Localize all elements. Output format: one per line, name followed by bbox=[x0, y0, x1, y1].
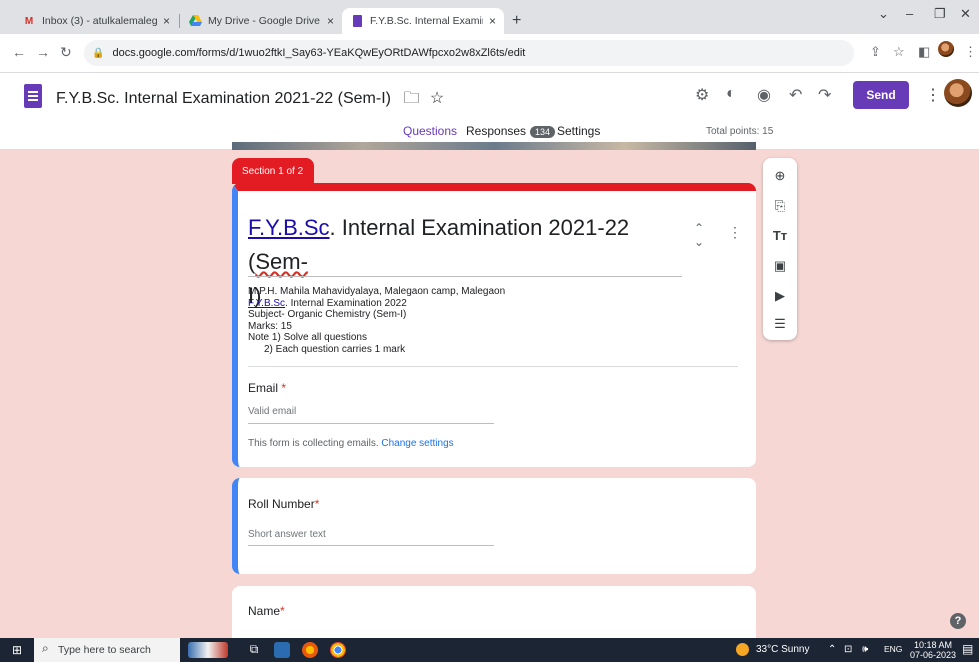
import-questions-icon[interactable]: ⎘ bbox=[763, 198, 797, 214]
change-settings-link[interactable]: Change settings bbox=[381, 438, 453, 449]
add-video-icon[interactable]: ▶ bbox=[763, 288, 797, 304]
question-title: Name* bbox=[248, 604, 285, 618]
weather-text[interactable]: 33°C Sunny bbox=[756, 644, 809, 655]
browser-toolbar: ← → ↻ 🔒 docs.google.com/forms/d/1wuo2ftk… bbox=[0, 34, 979, 73]
tab-forms-active[interactable]: F.Y.B.Sc. Internal Examination 20 × bbox=[342, 8, 504, 34]
form-description[interactable]: M.P.H. Mahila Mahavidyalaya, Malegaon ca… bbox=[248, 286, 505, 355]
firefox-icon[interactable] bbox=[302, 642, 318, 658]
tab-settings[interactable]: Settings bbox=[557, 124, 600, 138]
browser-tab-strip: M Inbox (3) - atulkalemalegaon@g × My Dr… bbox=[0, 0, 979, 34]
close-tab-icon[interactable]: × bbox=[163, 14, 170, 28]
tab-drive[interactable]: My Drive - Google Drive × bbox=[180, 8, 342, 34]
form-header-image bbox=[232, 142, 756, 150]
volume-icon[interactable]: 🕪 bbox=[862, 644, 868, 655]
responses-count-badge: 134 bbox=[530, 126, 556, 138]
language-indicator[interactable]: ENG bbox=[884, 644, 902, 654]
section-label: Section 1 of 2 bbox=[232, 158, 314, 184]
chrome-icon[interactable] bbox=[330, 642, 346, 658]
question-card-roll-number[interactable]: Roll Number* Short answer text bbox=[232, 478, 756, 574]
add-section-icon[interactable]: ☰ bbox=[763, 316, 797, 332]
file-explorer-icon[interactable] bbox=[274, 642, 290, 658]
question-card-name[interactable]: Name* bbox=[232, 586, 756, 646]
drive-icon bbox=[188, 14, 202, 28]
windows-taskbar: ⊞ ⌕ Type here to search ⧉ 33°C Sunny ⌃ ⊡… bbox=[0, 638, 979, 662]
close-tab-icon[interactable]: × bbox=[327, 14, 334, 28]
floating-question-toolbar: ⊕ ⎘ Tт ▣ ▶ ☰ bbox=[763, 158, 797, 340]
forward-arrow-icon[interactable]: → bbox=[36, 44, 50, 60]
add-title-icon[interactable]: Tт bbox=[763, 228, 797, 243]
gmail-icon: M bbox=[24, 15, 34, 27]
description-underline bbox=[248, 366, 738, 367]
notifications-icon[interactable]: ▤ bbox=[962, 642, 973, 656]
tab-gmail[interactable]: M Inbox (3) - atulkalemalegaon@g × bbox=[14, 8, 178, 34]
back-arrow-icon[interactable]: ← bbox=[12, 44, 26, 60]
weather-sun-icon[interactable] bbox=[736, 643, 749, 656]
preview-eye-icon[interactable]: ◉ bbox=[757, 85, 771, 105]
more-vert-icon[interactable]: ⋮ bbox=[728, 224, 742, 241]
forms-logo-icon[interactable] bbox=[24, 84, 42, 108]
customize-theme-icon[interactable]: ⚙ bbox=[695, 85, 709, 105]
redo-icon[interactable]: ↷ bbox=[818, 85, 831, 105]
email-placeholder: Valid email bbox=[248, 406, 297, 417]
close-tab-icon[interactable]: × bbox=[489, 14, 496, 28]
question-title: Roll Number* bbox=[248, 497, 320, 511]
tray-chevron-icon[interactable]: ⌃ bbox=[828, 644, 836, 655]
reload-icon[interactable]: ↻ bbox=[60, 44, 72, 61]
address-bar[interactable]: 🔒 docs.google.com/forms/d/1wuo2ftkI_Say6… bbox=[84, 40, 854, 66]
taskbar-search[interactable]: ⌕ Type here to search bbox=[34, 638, 180, 662]
undo-icon[interactable]: ↶ bbox=[789, 85, 802, 105]
send-button[interactable]: Send bbox=[853, 81, 909, 109]
chevron-down-icon[interactable]: ⌄ bbox=[878, 6, 889, 22]
avatar[interactable] bbox=[944, 79, 972, 107]
more-vert-icon[interactable]: ⋮ bbox=[925, 85, 941, 105]
palette-icon[interactable]: ◐ bbox=[726, 85, 736, 103]
share-icon[interactable]: ⇪ bbox=[870, 44, 881, 60]
email-field-line bbox=[248, 423, 494, 424]
title-underline bbox=[248, 276, 682, 277]
new-tab-plus-icon[interactable]: + bbox=[512, 12, 521, 30]
email-label: Email * bbox=[248, 381, 287, 395]
bookmark-star-icon[interactable]: ☆ bbox=[893, 44, 905, 60]
windows-start-icon[interactable]: ⊞ bbox=[12, 643, 22, 657]
short-answer-line bbox=[248, 545, 494, 546]
close-window-icon[interactable]: ✕ bbox=[960, 6, 971, 22]
forms-icon bbox=[350, 14, 364, 28]
tab-questions[interactable]: Questions bbox=[403, 124, 457, 138]
side-panel-icon[interactable]: ◧ bbox=[918, 44, 930, 60]
taskbar-clock[interactable]: 10:18 AM 07-06-2023 bbox=[910, 640, 956, 660]
star-icon[interactable]: ☆ bbox=[430, 90, 444, 107]
add-image-icon[interactable]: ▣ bbox=[763, 258, 797, 274]
lock-icon: 🔒 bbox=[92, 47, 105, 59]
tab-responses[interactable]: Responses 134 bbox=[466, 124, 556, 138]
url-text: docs.google.com/forms/d/1wuo2ftkI_Say63-… bbox=[112, 47, 526, 59]
profile-avatar[interactable] bbox=[938, 41, 954, 57]
form-doc-title[interactable]: F.Y.B.Sc. Internal Examination 2021-22 (… bbox=[56, 87, 444, 114]
email-collection-notice: This form is collecting emails. Change s… bbox=[248, 438, 454, 449]
collapse-icon[interactable]: ⌃ ⌄ bbox=[694, 221, 704, 249]
restore-icon[interactable]: ❐ bbox=[934, 6, 946, 22]
total-points: Total points: 15 bbox=[706, 126, 774, 137]
form-title-card[interactable]: F.Y.B.Sc. Internal Examination 2021-22 (… bbox=[232, 183, 756, 467]
forms-header: F.Y.B.Sc. Internal Examination 2021-22 (… bbox=[0, 73, 979, 150]
network-icon[interactable]: ⊡ bbox=[844, 644, 852, 655]
folder-icon[interactable]: 🗀 bbox=[403, 90, 419, 107]
taskbar-widget-icon[interactable] bbox=[188, 642, 228, 658]
add-question-icon[interactable]: ⊕ bbox=[763, 168, 797, 184]
short-answer-placeholder: Short answer text bbox=[248, 529, 326, 540]
help-icon[interactable]: ? bbox=[950, 613, 966, 629]
search-icon: ⌕ bbox=[42, 641, 49, 655]
minimize-icon[interactable]: – bbox=[906, 6, 913, 21]
more-vert-icon[interactable]: ⋮ bbox=[964, 44, 977, 60]
task-view-icon[interactable]: ⧉ bbox=[246, 642, 262, 658]
